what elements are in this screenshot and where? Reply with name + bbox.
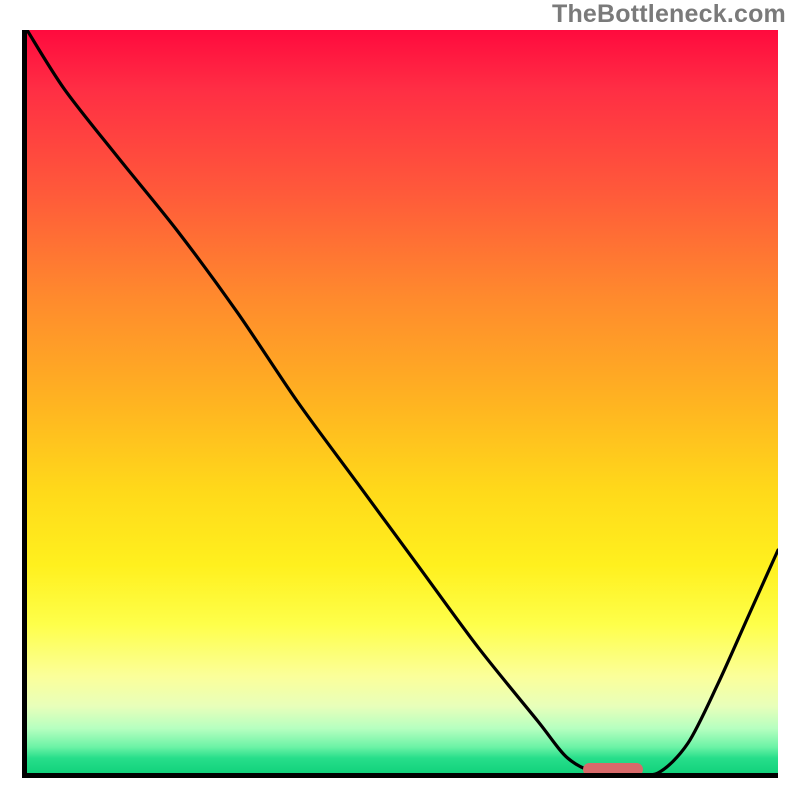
bottleneck-curve xyxy=(27,30,778,773)
optimal-marker xyxy=(583,763,643,776)
chart-container: TheBottleneck.com xyxy=(0,0,800,800)
watermark-text: TheBottleneck.com xyxy=(552,0,786,29)
plot-area xyxy=(22,30,778,778)
